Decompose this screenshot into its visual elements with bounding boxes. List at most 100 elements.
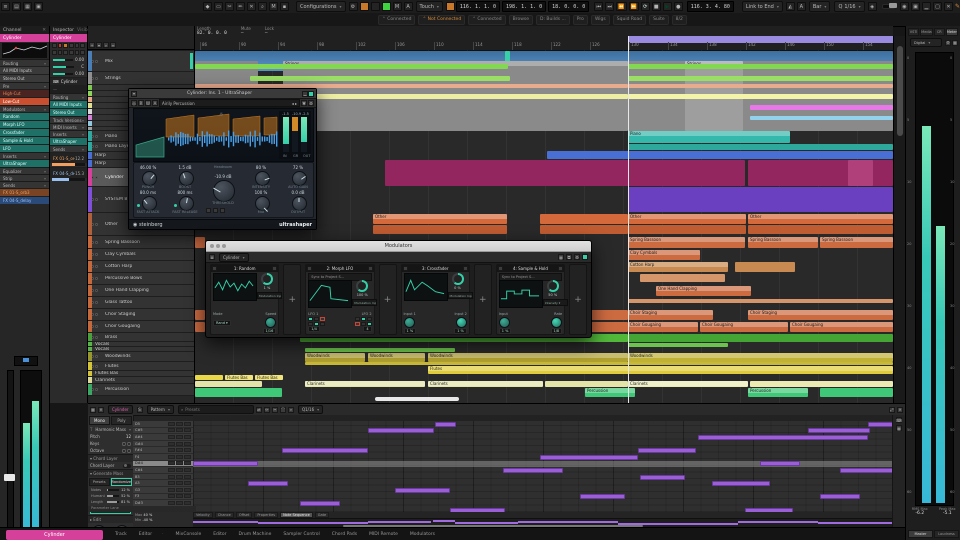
generate-header[interactable]: ▾ Generate Mass: [88, 469, 133, 477]
add-track-icon[interactable]: +: [89, 42, 95, 48]
channel-curve-thumbnail[interactable]: [2, 43, 47, 58]
clip[interactable]: [195, 64, 508, 69]
punch-knob[interactable]: [142, 171, 157, 186]
inspector-row-all midi inputs[interactable]: All MIDI Inputs: [50, 100, 87, 108]
meter-mode-icon[interactable]: ▦: [952, 40, 958, 46]
midi-note[interactable]: [368, 428, 434, 433]
channel-row-fx-04-s-delay[interactable]: FX 04-S_delay: [0, 196, 49, 204]
bottom-tab-loudness[interactable]: Loudness: [934, 530, 959, 538]
track-row-clarinets[interactable]: Clarinets: [88, 377, 195, 384]
clip-one-hand-clapping[interactable]: One Hand Clapping: [656, 286, 751, 296]
list-icon[interactable]: ≣: [209, 254, 215, 260]
channel-row-lfo[interactable]: LFO: [0, 144, 49, 152]
modulation-input-dropdown[interactable]: Modulation Input ▾: [352, 299, 377, 306]
track-ms-dots[interactable]: [91, 301, 98, 304]
note-row-as4[interactable]: A#4: [133, 434, 193, 441]
editor-row-octave[interactable]: Octave▢ ▢: [88, 447, 133, 454]
send-level-1[interactable]: [52, 178, 85, 181]
clip[interactable]: [628, 64, 893, 69]
clip[interactable]: [628, 76, 893, 81]
inspector-section-sends[interactable]: Sends▾: [50, 145, 87, 152]
modulator-header[interactable]: 4: Sample & Hold: [497, 265, 564, 272]
filter-icon[interactable]: ▾: [96, 42, 102, 48]
tool-icon-7[interactable]: ▪: [280, 2, 289, 11]
link-to-end-dropdown[interactable]: Link to End▾: [742, 1, 783, 12]
clip[interactable]: [385, 160, 745, 186]
tool-icon-2[interactable]: ✂: [225, 2, 234, 11]
transport-play[interactable]: ▶: [663, 2, 672, 11]
editor-track-pill[interactable]: Cylinder: [108, 405, 133, 414]
lock-button[interactable]: [80, 43, 85, 48]
write-button[interactable]: [58, 50, 63, 55]
zone-tab-mixconsole[interactable]: MixConsole: [176, 532, 202, 537]
active-icon[interactable]: [308, 91, 314, 97]
trim-icon[interactable]: ✂: [272, 407, 278, 413]
editor-knob-density[interactable]: Density: [115, 525, 129, 527]
modulators-titlebar[interactable]: Modulators: [206, 241, 591, 252]
list-icon[interactable]: ≡: [110, 42, 116, 48]
right-tab-vsti[interactable]: VSTi: [908, 28, 919, 36]
clip-percussion[interactable]: Percussion: [748, 388, 808, 397]
close-icon[interactable]: ✕: [42, 28, 46, 33]
clip-woodwinds[interactable]: Woodwinds: [428, 353, 628, 362]
track-row-spring-bassoon[interactable]: Spring Bassoon: [88, 236, 195, 249]
workspace-pill-2[interactable]: ⌃ Connected: [468, 15, 505, 25]
grid-type-dropdown[interactable]: Bar▾: [809, 1, 831, 12]
controller-segment[interactable]: [258, 522, 368, 524]
chord-layer-header[interactable]: ▾ Chord Layer: [88, 454, 133, 462]
controller-segment[interactable]: [433, 520, 455, 522]
clip-flutes-bas[interactable]: Flutes Bas: [225, 375, 253, 380]
track-row-clay-cymbals[interactable]: Clay Cymbals: [88, 249, 195, 261]
fast-release-knob[interactable]: [179, 196, 194, 211]
clip[interactable]: [628, 334, 893, 342]
controller-segment[interactable]: [738, 521, 818, 523]
note-row-cs5[interactable]: C#5: [133, 428, 193, 435]
right-tab-media[interactable]: Media: [920, 28, 933, 36]
clip-choir-staging[interactable]: Choir Staging: [628, 310, 713, 320]
note-row-f4[interactable]: F4: [133, 454, 193, 461]
solo-button[interactable]: [63, 50, 68, 55]
clip-woodwinds[interactable]: Woodwinds: [628, 353, 893, 362]
track-ms-dots[interactable]: [91, 313, 98, 316]
gear-icon[interactable]: ⚙: [349, 2, 358, 11]
track-row-strings[interactable]: Strings: [88, 72, 195, 85]
track-row-brass[interactable]: Brass: [88, 333, 195, 342]
timeline-ruler[interactable]: 8690949810210611011411812212613013413814…: [195, 36, 893, 51]
send-slot-1[interactable]: FX 04-S_delay-15.3: [50, 167, 87, 178]
modulator-2[interactable]: 2: Morph LFOSync to Project S...100 %Mod…: [305, 264, 374, 335]
zone-tab-midi-remote[interactable]: MIDI Remote: [369, 532, 398, 537]
monitor-button[interactable]: [360, 2, 369, 11]
zone-tab-sampler-control[interactable]: Sampler Control: [283, 532, 319, 537]
track-row-glass-tattoo[interactable]: Glass Tattoo: [88, 297, 195, 309]
midi-note[interactable]: [868, 422, 893, 427]
note-row-gs4[interactable]: G#4: [133, 441, 193, 448]
clip-clay-cymbals[interactable]: Clay Cymbals: [628, 250, 700, 260]
lane-range[interactable]: Max 40 % Min -40 %: [133, 512, 193, 527]
clip[interactable]: [545, 381, 628, 387]
channel-row-high-cut[interactable]: High-Cut: [0, 89, 49, 97]
tab-inspector[interactable]: Inspector: [53, 28, 74, 33]
inspector-slider-pan[interactable]: C: [50, 63, 87, 70]
section-header-modulators[interactable]: Modulators▾: [0, 105, 49, 112]
edit-header[interactable]: ▸ Edit: [88, 515, 133, 523]
gen-button-presets[interactable]: Presets: [89, 478, 110, 486]
note-row-fs4[interactable]: F#4: [133, 447, 193, 454]
clip[interactable]: [848, 160, 873, 186]
edit-icon[interactable]: e: [98, 407, 104, 413]
track-ms-dots[interactable]: [91, 253, 98, 256]
close-editor-icon[interactable]: ✕: [897, 407, 903, 413]
track-ms-dots[interactable]: [91, 77, 98, 80]
tool-icon-1[interactable]: ▭: [214, 2, 223, 11]
time-display[interactable]: 116. 3. 4. 80: [687, 1, 734, 12]
note-row-f3[interactable]: F3: [133, 494, 193, 501]
workspace-pill-7[interactable]: Squid Road: [613, 15, 646, 25]
transport-goto-start[interactable]: ⏮: [594, 2, 603, 11]
note-row-cs4[interactable]: C#4: [133, 467, 193, 474]
right-tab-meter[interactable]: Meter: [946, 28, 958, 36]
screen-icon[interactable]: ▣: [911, 2, 920, 11]
track-row-cotton-harp[interactable]: Cotton Harp: [88, 261, 195, 273]
zoom-icon[interactable]: ⌕: [288, 407, 294, 413]
clip-clarinets[interactable]: Clarinets: [428, 381, 543, 387]
editor-hscrollbar[interactable]: [343, 525, 643, 527]
tool-icon-4[interactable]: ✕: [247, 2, 256, 11]
